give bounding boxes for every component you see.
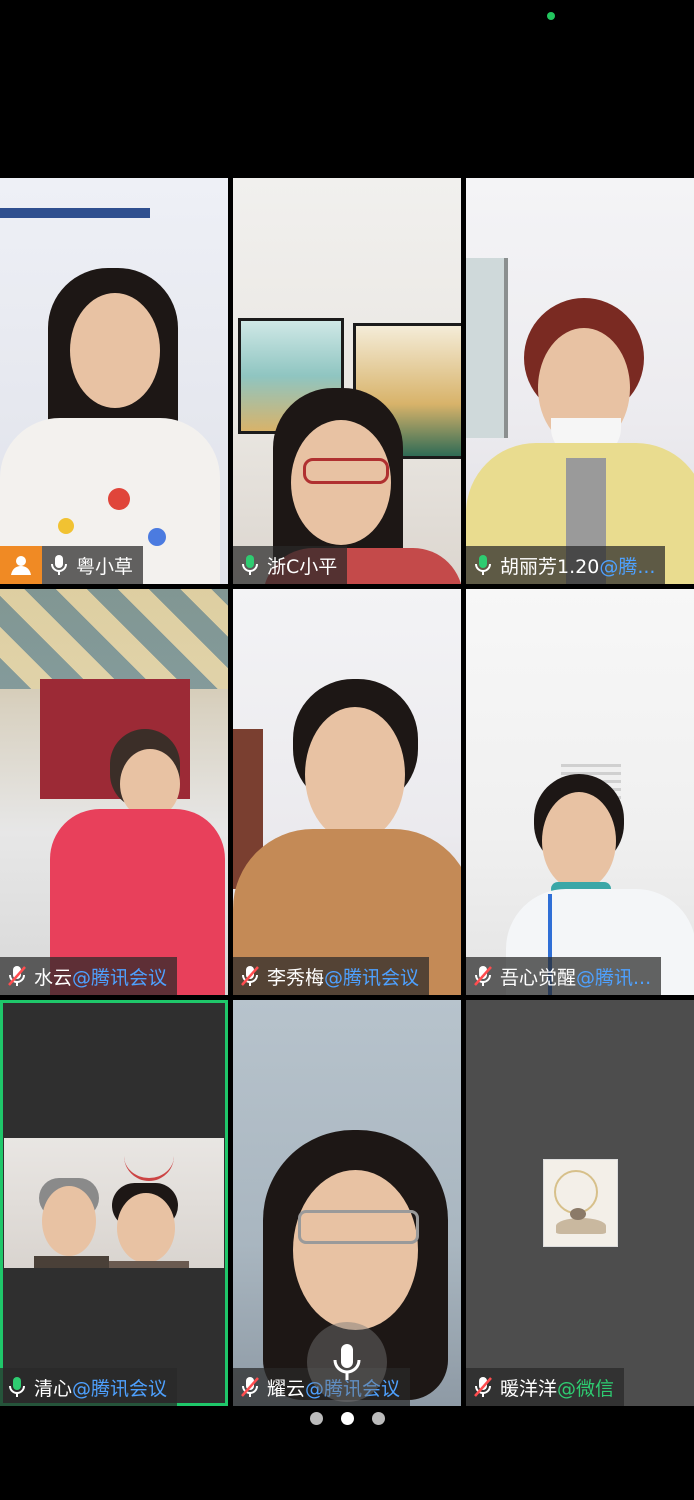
page-dot[interactable] [371,1412,385,1425]
video-tile[interactable]: 浙C小平 [233,178,461,584]
participant-name: 吾心觉醒 [500,966,577,989]
video-tile-active-speaker[interactable]: 清心 @腾讯会议 [0,1000,228,1406]
participant-label: 清心 @腾讯会议 [0,1368,178,1406]
participant-label: 暖洋洋 @微信 [466,1368,625,1406]
page-dot-current[interactable] [340,1412,354,1425]
participant-tag: @腾讯会议 [72,1377,168,1400]
video-tile[interactable]: 胡丽芳1.20 @腾... [466,178,694,584]
participant-name: 暖洋洋 [500,1377,558,1400]
participant-label: 吾心觉醒 @腾讯... [466,957,662,995]
participant-name: 粤小草 [76,555,134,578]
participant-video [466,298,694,584]
participant-tag: @腾... [599,555,656,578]
participant-video [233,679,461,995]
participant-tag: @腾讯会议 [324,966,420,989]
status-indicator-dot [547,12,555,20]
participant-tag: @腾讯会议 [72,966,168,989]
microphone-muted-icon [474,966,492,986]
page-dot[interactable] [309,1412,323,1425]
participant-name: 胡丽芳1.20 [500,555,600,578]
microphone-muted-icon [241,1377,259,1397]
video-feed [4,1138,224,1268]
participant-video [0,268,220,584]
participant-name: 清心 [34,1377,73,1400]
avatar [543,1159,618,1247]
microphone-muted-icon [241,966,259,986]
microphone-muted-icon [8,966,26,986]
microphone-muted-icon [474,1377,492,1397]
video-tile[interactable]: 粤小草 [0,178,228,584]
participant-name: 李秀梅 [267,966,325,989]
floating-microphone-button[interactable] [307,1322,387,1402]
participant-label: 胡丽芳1.20 @腾... [466,546,666,584]
microphone-icon [51,555,67,575]
participant-name: 浙C小平 [267,555,338,578]
microphone-icon [9,1377,25,1397]
video-tile[interactable]: 李秀梅 @腾讯会议 [233,589,461,995]
microphone-icon [242,555,258,575]
page-indicator[interactable] [0,1412,694,1425]
wall-stripe [0,208,150,218]
video-tile-avatar[interactable]: 暖洋洋 @微信 [466,1000,694,1406]
participant-label: 李秀梅 @腾讯会议 [233,957,430,995]
participant-video [50,729,225,995]
video-tile[interactable]: 吾心觉醒 @腾讯... [466,589,694,995]
participant-tag: @微信 [557,1377,615,1400]
ceiling-pattern [0,589,228,689]
participant-label: 粤小草 [42,546,144,584]
host-user-icon [11,556,31,575]
video-grid: 粤小草 浙C小平 胡丽芳1.20 @腾... 水云 @腾讯会议 李秀梅 @腾讯会… [0,178,694,1406]
participant-tag: @腾讯... [576,966,652,989]
microphone-icon [333,1344,361,1380]
participant-label: 水云 @腾讯会议 [0,957,178,995]
video-tile[interactable]: 水云 @腾讯会议 [0,589,228,995]
host-badge [0,546,42,584]
participant-name: 耀云 [267,1377,306,1400]
participant-label: 浙C小平 [233,546,348,584]
microphone-icon [475,555,491,575]
participant-name: 水云 [34,966,73,989]
